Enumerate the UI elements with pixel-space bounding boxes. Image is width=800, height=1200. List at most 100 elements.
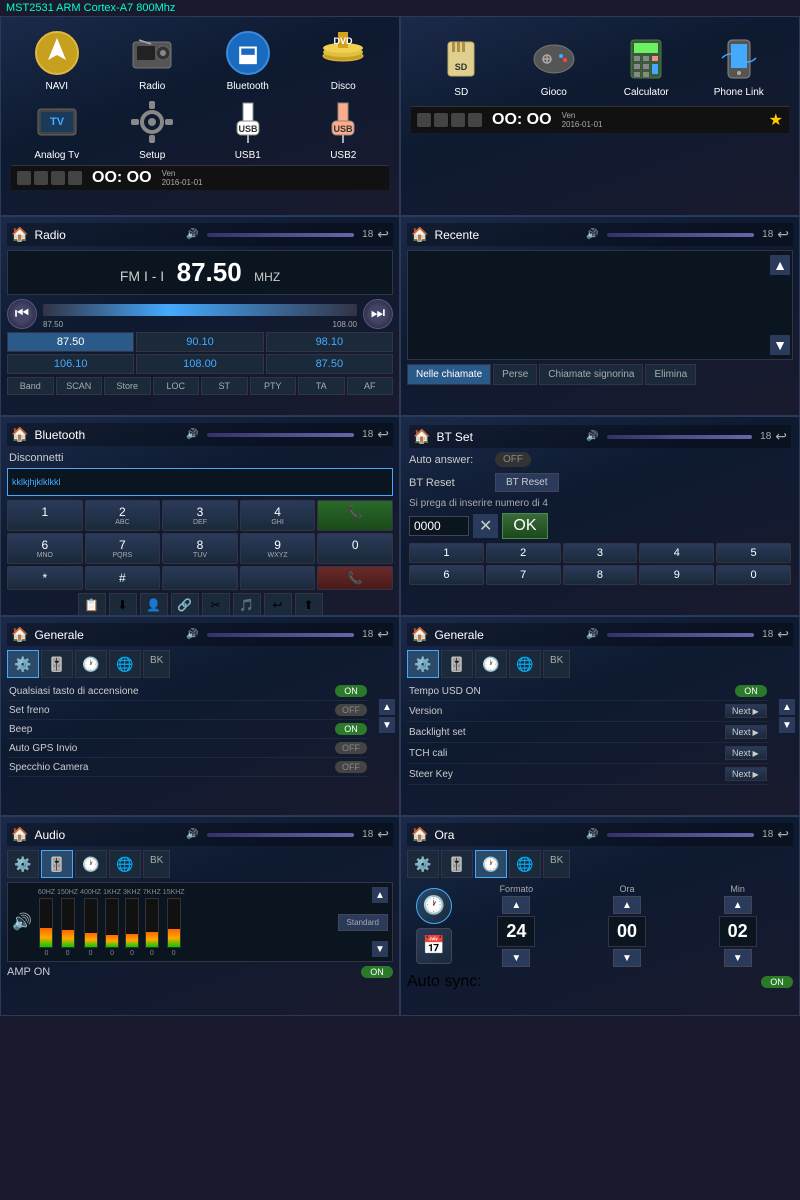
numpad-star[interactable]: * [7,566,83,590]
gen1-toggle-5[interactable]: OFF [335,761,367,773]
recente-tab-signorina[interactable]: Chiamate signorina [539,364,643,385]
ora-tab-clock[interactable]: 🕐 [475,850,507,878]
btset-pin-input[interactable] [409,516,469,536]
recente-scroll-up[interactable]: ▲ [770,255,790,275]
numpad-3[interactable]: 3DEF [162,500,238,531]
gen1-tab-gear[interactable]: ⚙️ [7,650,39,678]
ora-min-down[interactable]: ▼ [724,949,752,967]
home-icon-radio[interactable]: 🏠 [11,226,28,243]
gen2-scroll-down[interactable]: ▼ [779,717,795,733]
btset-num-8[interactable]: 8 [563,565,638,585]
gen1-toggle-3[interactable]: ON [335,723,367,735]
home-icon-gen2[interactable]: 🏠 [411,626,428,643]
func-st[interactable]: ST [201,377,248,395]
ora-vol-slider[interactable] [607,833,755,837]
bt-func-3[interactable]: 👤 [140,593,168,616]
bt-func-4[interactable]: 🔗 [171,593,199,616]
app-navi[interactable]: NAVI [11,27,103,92]
numpad-9[interactable]: 9WXYZ [240,533,316,564]
btset-num-2[interactable]: 2 [486,543,561,563]
gen1-toggle-2[interactable]: OFF [335,704,367,716]
gen1-scroll-up[interactable]: ▲ [379,699,395,715]
recente-tab-elimina[interactable]: Elimina [645,364,696,385]
recente-vol-slider[interactable] [607,233,755,237]
numpad-7[interactable]: 7PQRS [85,533,161,564]
app-gioco[interactable]: Gioco [510,33,599,98]
app-disco[interactable]: DVD Disco [298,27,390,92]
gen1-toggle-4[interactable]: OFF [335,742,367,754]
recente-vol[interactable]: 🔊 [586,229,598,240]
bt-func-2[interactable]: ⬇ [109,593,137,616]
numpad-call-green[interactable]: 📞 [317,500,393,531]
gen1-tab-clock[interactable]: 🕐 [75,650,107,678]
bt-back-btn[interactable]: ↩ [377,426,389,443]
bt-vol-slider[interactable] [207,433,355,437]
btset-num-4[interactable]: 4 [639,543,714,563]
audio-tab-globe[interactable]: 🌐 [109,850,141,878]
numpad-0[interactable]: 0 [317,533,393,564]
app-usb1[interactable]: USB USB1 [202,96,294,161]
bt-func-7[interactable]: ↩ [264,593,292,616]
gen2-back-btn[interactable]: ↩ [777,626,789,643]
app-setup[interactable]: Setup [107,96,199,161]
eq-scroll-up[interactable]: ▲ [372,887,388,903]
numpad-6[interactable]: 6MNO [7,533,83,564]
numpad-call-red[interactable]: 📞 [317,566,393,590]
ora-vol[interactable]: 🔊 [586,829,598,840]
gen1-back-btn[interactable]: ↩ [377,626,389,643]
vol-slider[interactable] [207,233,355,237]
app-bluetooth[interactable]: ⬓ Bluetooth [202,27,294,92]
numpad-8[interactable]: 8TUV [162,533,238,564]
gen2-vol-slider[interactable] [607,633,755,637]
audio-tab-eq[interactable]: 🎚️ [41,850,73,878]
ora-tab-globe[interactable]: 🌐 [509,850,541,878]
app-sd[interactable]: SD SD [417,33,506,98]
func-pty[interactable]: PTY [250,377,297,395]
gen1-vol[interactable]: 🔊 [186,629,198,640]
app-radio[interactable]: Radio [107,27,199,92]
gen2-scroll-up[interactable]: ▲ [779,699,795,715]
gen1-toggle-1[interactable]: ON [335,685,367,697]
bt-func-1[interactable]: 📋 [78,593,106,616]
freq-btn-6[interactable]: 87.50 [266,354,393,374]
gen2-vol[interactable]: 🔊 [586,629,598,640]
ora-back-btn[interactable]: ↩ [777,826,789,843]
gen2-next-4[interactable]: Next ▶ [725,746,767,760]
gen1-tab-eq[interactable]: 🎚️ [41,650,73,678]
func-af[interactable]: AF [347,377,394,395]
radio-prev-btn[interactable]: ⏮ [7,299,37,329]
ora-ora-up[interactable]: ▲ [613,896,641,914]
home-icon-recente[interactable]: 🏠 [411,226,428,243]
numpad-1[interactable]: 1 [7,500,83,531]
btset-num-1[interactable]: 1 [409,543,484,563]
bt-disconnect-btn[interactable]: Disconnetti [7,450,393,466]
btset-ok-btn[interactable]: OK [502,513,547,539]
btset-back-btn[interactable]: ↩ [775,428,787,445]
home-icon-bt[interactable]: 🏠 [11,426,28,443]
audio-vol-slider[interactable] [207,833,355,837]
bt-vol[interactable]: 🔊 [186,429,198,440]
recente-tab-perse[interactable]: Perse [493,364,537,385]
freq-btn-4[interactable]: 106.10 [7,354,134,374]
func-scan[interactable]: SCAN [56,377,103,395]
freq-btn-3[interactable]: 98.10 [266,332,393,352]
btset-vol-slider[interactable] [607,435,753,439]
freq-btn-5[interactable]: 108.00 [136,354,263,374]
numpad-hash[interactable]: # [85,566,161,590]
amp-toggle[interactable]: ON [361,966,393,978]
freq-btn-1[interactable]: 87.50 [7,332,134,352]
btset-num-5[interactable]: 5 [716,543,791,563]
audio-tab-clock[interactable]: 🕐 [75,850,107,878]
ora-clock-icon[interactable]: 🕐 [416,888,452,924]
btset-clear-btn[interactable]: ✕ [473,514,498,538]
home-icon-audio[interactable]: 🏠 [11,826,28,843]
ora-formato-up[interactable]: ▲ [502,896,530,914]
gen2-tab-eq[interactable]: 🎚️ [441,650,473,678]
radio-vol[interactable]: 🔊 [186,229,198,240]
btset-auto-answer-toggle[interactable]: OFF [495,452,531,467]
numpad-4[interactable]: 4GHI [240,500,316,531]
recente-tab-chiamate[interactable]: Nelle chiamate [407,364,491,385]
btset-num-0[interactable]: 0 [716,565,791,585]
recente-back-btn[interactable]: ↩ [777,226,789,243]
ora-min-up[interactable]: ▲ [724,896,752,914]
